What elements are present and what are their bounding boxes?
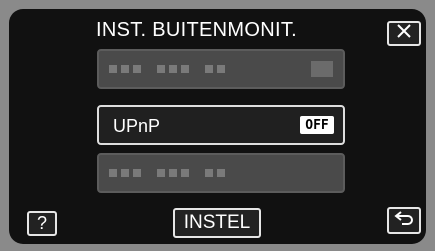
placeholder-text [109,65,225,73]
back-button[interactable] [387,207,421,234]
help-button[interactable]: ? [27,211,57,236]
placeholder-toggle [311,61,333,77]
upnp-toggle[interactable]: OFF [300,116,334,134]
placeholder-text [109,169,225,177]
close-icon [396,23,412,44]
close-button[interactable] [387,21,421,46]
set-button[interactable]: INSTEL [173,208,261,238]
back-arrow-icon [393,209,415,232]
menu-item-label: UPnP [113,116,161,136]
menu-item-disabled-2 [97,153,345,193]
page-title: INST. BUITENMONIT. [96,19,297,41]
menu-item-disabled-1 [97,49,345,89]
menu-item-upnp[interactable]: UPnP OFF [97,105,345,145]
settings-screen: INST. BUITENMONIT. UPnP OFF ? INSTEL [9,9,426,244]
